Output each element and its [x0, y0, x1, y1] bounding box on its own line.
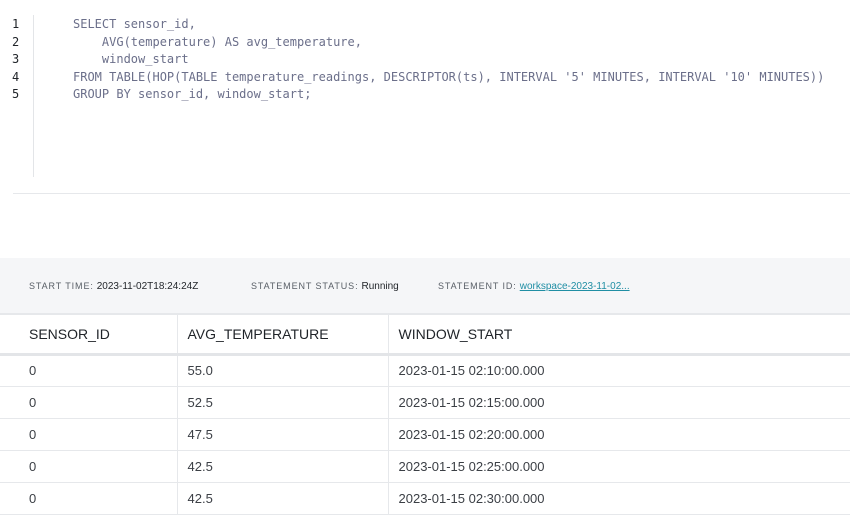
cell-sensor-id: 0 [0, 386, 177, 419]
table-header-row: SENSOR_ID AVG_TEMPERATURE WINDOW_START [0, 313, 850, 356]
cell-window-start: 2023-01-15 02:25:00.000 [387, 450, 850, 483]
editor-divider [13, 193, 850, 194]
column-header-sensor-id[interactable]: SENSOR_ID [0, 313, 177, 356]
cell-sensor-id: 0 [0, 482, 177, 515]
table-row: 0 42.5 2023-01-15 02:25:00.000 [0, 450, 850, 483]
cell-sensor-id: 0 [0, 418, 177, 451]
cell-window-start: 2023-01-15 02:10:00.000 [387, 354, 850, 387]
table-row: 0 55.0 2023-01-15 02:10:00.000 [0, 354, 850, 387]
statement-id-label: STATEMENT ID: [438, 281, 517, 291]
code-line[interactable]: window_start [73, 51, 189, 69]
table-row: 0 52.5 2023-01-15 02:15:00.000 [0, 386, 850, 419]
statement-info-bar: START TIME: 2023-11-02T18:24:24Z STATEMEN… [0, 258, 850, 313]
column-header-avg-temperature[interactable]: AVG_TEMPERATURE [176, 313, 388, 356]
table-row: 0 47.5 2023-01-15 02:20:00.000 [0, 418, 850, 451]
line-number: 3 [12, 52, 20, 67]
cell-avg-temperature: 55.0 [176, 354, 388, 387]
cell-sensor-id: 0 [0, 354, 177, 387]
statement-status-label: STATEMENT STATUS: [251, 281, 359, 291]
line-number: 5 [12, 87, 20, 102]
code-area[interactable]: SELECT sensor_id, AVG(temperature) AS av… [73, 16, 824, 139]
start-time-label: START TIME: [29, 281, 94, 291]
column-header-window-start[interactable]: WINDOW_START [387, 313, 850, 356]
start-time: START TIME: 2023-11-02T18:24:24Z [29, 280, 198, 293]
cell-avg-temperature: 47.5 [176, 418, 388, 451]
sql-editor[interactable]: 1 2 3 4 5 SELECT sensor_id, AVG(temperat… [0, 0, 850, 193]
cell-avg-temperature: 42.5 [176, 482, 388, 515]
start-time-value: 2023-11-02T18:24:24Z [96, 281, 199, 292]
code-line[interactable]: FROM TABLE(HOP(TABLE temperature_reading… [73, 69, 824, 87]
cell-avg-temperature: 52.5 [176, 386, 388, 419]
statement-id: STATEMENT ID: workspace-2023-11-02... [438, 280, 630, 293]
results-table: SENSOR_ID AVG_TEMPERATURE WINDOW_START 0… [0, 313, 850, 515]
cell-window-start: 2023-01-15 02:30:00.000 [387, 482, 850, 515]
line-number: 1 [12, 17, 20, 31]
table-row: 0 42.5 2023-01-15 02:30:00.000 [0, 482, 850, 515]
statement-status: STATEMENT STATUS: Running [251, 280, 399, 293]
code-line[interactable]: AVG(temperature) AS avg_temperature, [73, 34, 362, 52]
cell-avg-temperature: 42.5 [176, 450, 388, 483]
line-number: 4 [12, 69, 20, 84]
code-line[interactable]: GROUP BY sensor_id, window_start; [73, 86, 311, 104]
gutter-divider [33, 15, 34, 177]
statement-id-link[interactable]: workspace-2023-11-02... [520, 281, 630, 292]
statement-status-value: Running [361, 281, 399, 292]
line-number: 2 [12, 34, 20, 49]
cell-window-start: 2023-01-15 02:15:00.000 [387, 386, 850, 419]
code-line[interactable]: SELECT sensor_id, [73, 16, 196, 34]
cell-sensor-id: 0 [0, 450, 177, 483]
cell-window-start: 2023-01-15 02:20:00.000 [387, 418, 850, 451]
